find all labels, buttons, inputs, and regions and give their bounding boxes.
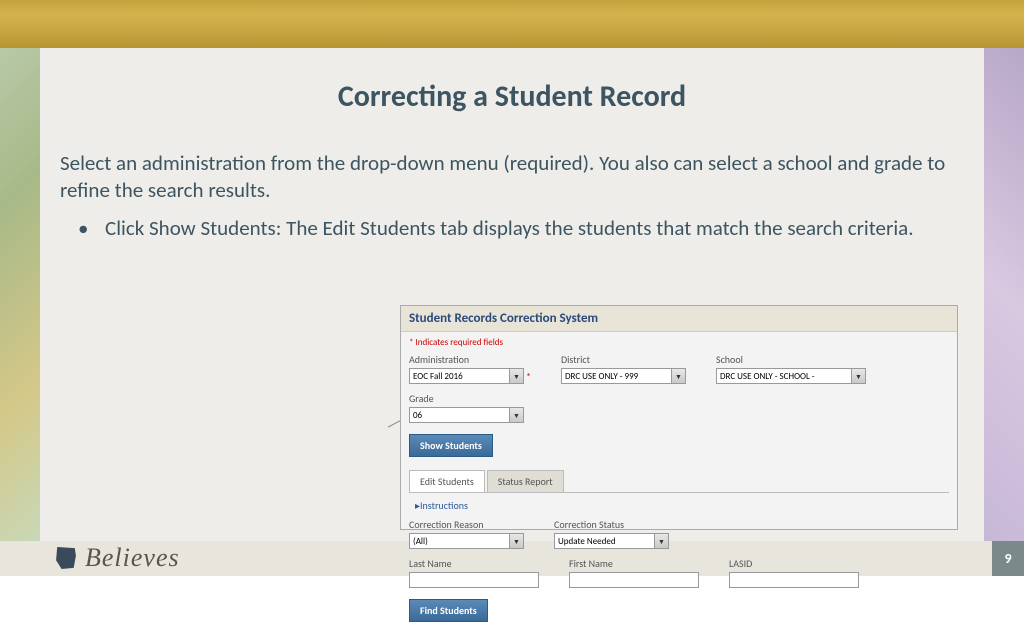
chevron-down-icon: ▼ (851, 369, 865, 383)
district-label: District (561, 353, 686, 366)
admin-select[interactable]: EOC Fall 2016 ▼ (409, 368, 524, 384)
status-field: Correction Status Update Needed ▼ (554, 518, 669, 549)
slide-border-right (984, 48, 1024, 541)
tab-edit-students[interactable]: Edit Students (409, 470, 485, 492)
grade-label: Grade (409, 392, 524, 405)
required-note: * Indicates required fields (401, 332, 957, 353)
app-screenshot: Student Records Correction System * Indi… (400, 305, 958, 530)
required-asterisk: * (526, 370, 531, 383)
chevron-down-icon: ▼ (671, 369, 685, 383)
status-label: Correction Status (554, 518, 669, 531)
lasid-label: LASID (729, 557, 859, 570)
grade-field: Grade 06 ▼ (409, 392, 524, 423)
grade-select[interactable]: 06 ▼ (409, 407, 524, 423)
filter-row-4: Last Name First Name LASID (401, 557, 957, 596)
filter-row-3: Correction Reason (All) ▼ Correction Sta… (401, 518, 957, 557)
show-students-button[interactable]: Show Students (409, 434, 493, 457)
admin-label: Administration (409, 353, 531, 366)
bullet-1: Click Show Students: The Edit Students t… (60, 215, 964, 242)
district-field: District DRC USE ONLY - 999 ▼ (561, 353, 686, 384)
slide-title: Correcting a Student Record (60, 78, 964, 115)
district-select[interactable]: DRC USE ONLY - 999 ▼ (561, 368, 686, 384)
school-label: School (716, 353, 866, 366)
reason-label: Correction Reason (409, 518, 524, 531)
lastname-field: Last Name (409, 557, 539, 588)
school-select[interactable]: DRC USE ONLY - SCHOOL - ▼ (716, 368, 866, 384)
school-field: School DRC USE ONLY - SCHOOL - ▼ (716, 353, 866, 384)
slide-border-left (0, 48, 40, 541)
chevron-down-icon: ▼ (654, 534, 668, 548)
tab-bar: Edit Students Status Report (409, 470, 949, 493)
firstname-field: First Name (569, 557, 699, 588)
admin-field: Administration EOC Fall 2016 ▼ * (409, 353, 531, 384)
firstname-input[interactable] (569, 572, 699, 588)
app-title: Student Records Correction System (409, 311, 598, 326)
filter-row-2: Grade 06 ▼ (401, 392, 957, 431)
chevron-down-icon: ▼ (509, 534, 523, 548)
lastname-input[interactable] (409, 572, 539, 588)
louisiana-icon (55, 547, 77, 569)
brand-text: Believes (85, 543, 180, 573)
chevron-down-icon: ▼ (509, 369, 523, 383)
intro-text: Select an administration from the drop-d… (60, 150, 964, 205)
reason-field: Correction Reason (All) ▼ (409, 518, 524, 549)
find-students-button[interactable]: Find Students (409, 599, 488, 622)
app-header: Student Records Correction System (401, 306, 957, 332)
tab-status-report[interactable]: Status Report (487, 470, 564, 492)
reason-select[interactable]: (All) ▼ (409, 533, 524, 549)
lasid-input[interactable] (729, 572, 859, 588)
page-number: 9 (992, 541, 1024, 576)
firstname-label: First Name (569, 557, 699, 570)
filter-row-1: Administration EOC Fall 2016 ▼ * Distric… (401, 353, 957, 392)
lastname-label: Last Name (409, 557, 539, 570)
footer-brand: Believes (55, 543, 180, 573)
slide-border-top (0, 0, 1024, 48)
instructions-link[interactable]: ▸Instructions (401, 493, 957, 518)
chevron-down-icon: ▼ (509, 408, 523, 422)
status-select[interactable]: Update Needed ▼ (554, 533, 669, 549)
lasid-field: LASID (729, 557, 859, 588)
